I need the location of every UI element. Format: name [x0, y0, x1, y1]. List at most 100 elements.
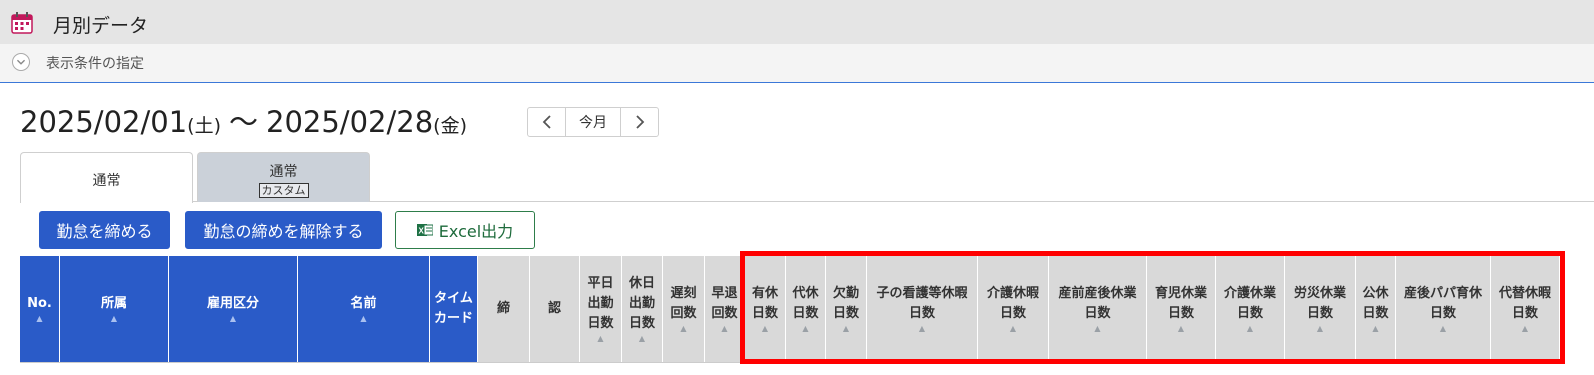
sort-icon[interactable]: ▲	[1247, 324, 1253, 334]
column-header-label: 日数	[1167, 306, 1194, 321]
next-month-button[interactable]	[621, 108, 658, 136]
column-header[interactable]: 育児休業 日数 ▲	[1147, 256, 1216, 362]
tab-normal[interactable]: 通常	[20, 152, 193, 203]
column-header[interactable]: 公休 日数 ▲	[1356, 256, 1396, 362]
column-header-label: 日数	[1084, 306, 1111, 321]
column-header-label: 日数	[1306, 306, 1333, 321]
column-header-label: 欠勤	[832, 286, 859, 301]
column-header-label: 日数	[832, 306, 859, 321]
column-header[interactable]: 有休日数 ▲	[745, 256, 786, 362]
sort-icon[interactable]: ▲	[1094, 324, 1100, 334]
column-header[interactable]: 代休日数 ▲	[786, 256, 826, 362]
sort-icon[interactable]: ▲	[1372, 324, 1378, 334]
sort-icon[interactable]: ▲	[919, 324, 925, 334]
column-header[interactable]: 遅刻回数 ▲	[663, 256, 705, 362]
column-header-label: 雇用区分	[206, 296, 259, 311]
chevron-left-icon	[542, 115, 551, 129]
column-header-label: 日数	[1362, 306, 1389, 321]
column-header-label: 代替休暇	[1498, 286, 1551, 301]
custom-badge: カスタム	[258, 183, 309, 198]
sort-icon[interactable]: ▲	[639, 334, 645, 344]
column-header-label: 介護休業	[1223, 286, 1276, 301]
column-header-label: 所属	[100, 296, 127, 311]
monthly-data-table: No. ▲ 所属 ▲ 雇用区分 ▲ 名前 ▲ タイム カード締認平日 出勤 日数 ▲ 休日 出勤 日数 ▲ 遅刻回…	[0, 256, 1594, 375]
column-header-label: 回数	[670, 306, 697, 321]
chevron-right-icon	[635, 115, 644, 129]
month-navigation: 今月	[527, 107, 659, 137]
column-header[interactable]: 労災休業日数 ▲	[1285, 256, 1356, 362]
unclose-attendance-button[interactable]: 勤怠の締めを解除する	[185, 211, 382, 249]
date-range: 2025/02/01(土) 〜 2025/02/28(金)	[20, 99, 467, 141]
column-header[interactable]: No. ▲	[20, 256, 60, 362]
sort-icon[interactable]: ▲	[1317, 324, 1323, 334]
date-separator: 〜	[228, 105, 258, 139]
excel-export-label: Excel出力	[438, 222, 514, 241]
column-header[interactable]: 締	[478, 256, 530, 362]
column-header[interactable]: 産前産後休業 日数 ▲	[1049, 256, 1147, 362]
column-header[interactable]: 早退回数 ▲	[705, 256, 745, 362]
column-header-label: 遅刻	[670, 286, 697, 301]
display-conditions-bar[interactable]: 表示条件の指定	[0, 44, 1594, 83]
column-header[interactable]: 代替休暇日数 ▲	[1491, 256, 1560, 362]
close-attendance-button[interactable]: 勤怠を締める	[39, 211, 170, 249]
column-header[interactable]: 平日 出勤 日数 ▲	[580, 256, 622, 362]
column-header-label: 子の看護等休暇	[876, 286, 968, 301]
column-header[interactable]: 介護休業日数 ▲	[1216, 256, 1285, 362]
column-header-label: 日数	[792, 306, 819, 321]
sort-icon[interactable]: ▲	[843, 324, 849, 334]
column-header[interactable]: タイム カード	[430, 256, 478, 362]
column-header-label: 平日	[587, 276, 614, 291]
excel-icon: X	[416, 224, 433, 236]
title-bar: 月別データ	[0, 0, 1594, 44]
column-header[interactable]: 所属 ▲	[60, 256, 169, 362]
column-header[interactable]: 雇用区分 ▲	[169, 256, 298, 362]
sort-icon[interactable]: ▲	[762, 324, 768, 334]
sort-icon[interactable]: ▲	[230, 314, 236, 324]
column-header-label: 介護休暇	[986, 286, 1039, 301]
sort-icon[interactable]: ▲	[1010, 324, 1016, 334]
table-row	[20, 362, 1560, 375]
end-date: 2025/02/28	[266, 105, 434, 139]
column-header-label: 日数	[1511, 306, 1538, 321]
sort-icon[interactable]: ▲	[597, 334, 603, 344]
sort-icon[interactable]: ▲	[1440, 324, 1446, 334]
column-header-label: 産後パパ育休	[1403, 286, 1482, 301]
svg-text:X: X	[418, 227, 424, 236]
sort-icon[interactable]: ▲	[1522, 324, 1528, 334]
column-header-label: 回数	[711, 306, 738, 321]
column-header-label: 日数	[628, 316, 655, 331]
sort-icon[interactable]: ▲	[680, 324, 686, 334]
column-header[interactable]: 介護休暇 日数 ▲	[978, 256, 1049, 362]
chevron-down-icon[interactable]	[12, 53, 30, 71]
column-header-label: 日数	[1236, 306, 1263, 321]
current-month-button[interactable]: 今月	[565, 108, 621, 136]
column-header-label: 日数	[751, 306, 778, 321]
column-header[interactable]: 産後パパ育休 日数 ▲	[1396, 256, 1491, 362]
column-header-label: 有休	[751, 286, 778, 301]
sort-icon[interactable]: ▲	[721, 324, 727, 334]
column-header-label: 代休	[792, 286, 819, 301]
column-header[interactable]: 休日出勤日数 ▲	[622, 256, 663, 362]
column-header-label: 出勤	[628, 296, 655, 311]
prev-month-button[interactable]	[528, 108, 565, 136]
page-title: 月別データ	[53, 15, 149, 37]
tab-normal-custom[interactable]: 通常 カスタム	[197, 152, 370, 202]
sort-icon[interactable]: ▲	[111, 314, 117, 324]
column-header-label: カード	[433, 311, 473, 326]
column-header[interactable]: 名前 ▲	[298, 256, 430, 362]
sort-icon[interactable]: ▲	[360, 314, 366, 324]
sort-icon[interactable]: ▲	[36, 314, 42, 324]
column-header-label: 労災休業	[1293, 286, 1346, 301]
column-header-label: 早退	[711, 286, 738, 301]
sort-icon[interactable]: ▲	[802, 324, 808, 334]
display-conditions-label[interactable]: 表示条件の指定	[46, 53, 144, 73]
column-header[interactable]: 認	[530, 256, 580, 362]
column-header[interactable]: 子の看護等休暇 日数 ▲	[867, 256, 978, 362]
column-header[interactable]: 欠勤日数 ▲	[826, 256, 867, 362]
end-day-of-week: (金)	[433, 115, 467, 137]
column-header-label: 休日	[628, 276, 655, 291]
column-header-label: 日数	[1429, 306, 1456, 321]
excel-export-button[interactable]: X Excel出力	[395, 211, 535, 249]
sort-icon[interactable]: ▲	[1178, 324, 1184, 334]
start-date: 2025/02/01	[20, 105, 188, 139]
